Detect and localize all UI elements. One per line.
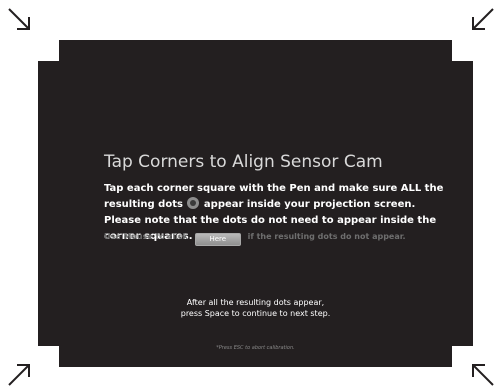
mouse-hint-before: Use Mouse to click <box>104 232 188 241</box>
mouse-hint: Use Mouse to click Here if the resulting… <box>104 232 406 246</box>
corner-square-top-right[interactable] <box>452 40 473 61</box>
arrow-up-right-icon <box>6 362 32 388</box>
continue-line-1: After all the resulting dots appear, <box>186 298 325 307</box>
escape-note: *Press ESC to abort calibration. <box>216 345 295 351</box>
page-title: Tap Corners to Align Sensor Cam <box>104 152 383 172</box>
continue-instructions: After all the resulting dots appear, pre… <box>38 297 473 319</box>
here-button[interactable]: Here <box>194 233 241 246</box>
continue-line-2: press Space to continue to next step. <box>180 309 331 318</box>
calibration-dot-icon <box>187 197 200 209</box>
mouse-hint-after: if the resulting dots do not appear. <box>247 232 406 241</box>
arrow-down-right-icon <box>6 6 32 32</box>
arrow-down-left-icon <box>470 6 496 32</box>
corner-square-top-left[interactable] <box>38 40 59 61</box>
arrow-up-left-icon <box>470 362 496 388</box>
